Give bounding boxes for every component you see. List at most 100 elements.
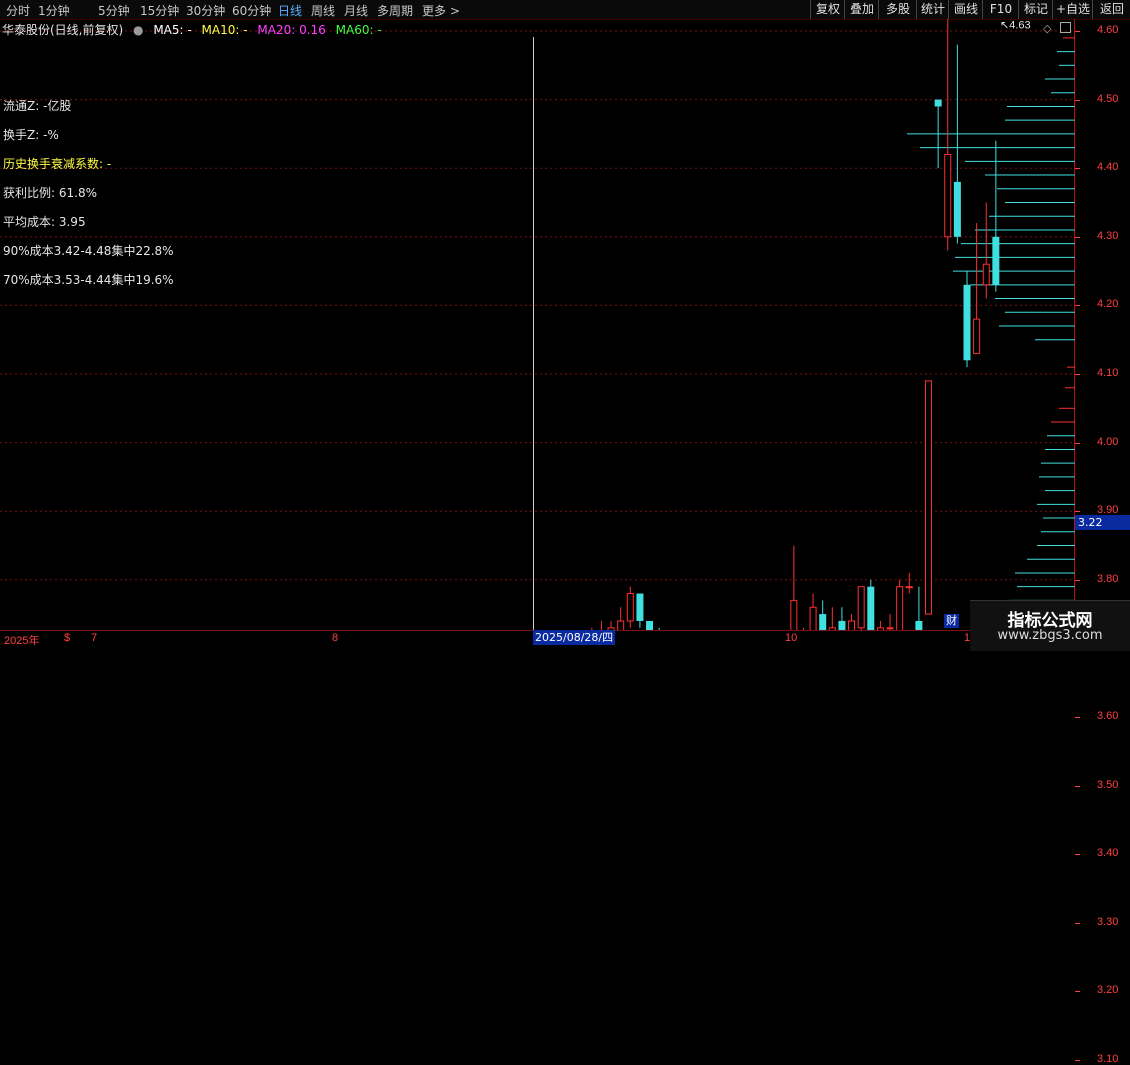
price-tick-label: 3.60 bbox=[1097, 710, 1119, 722]
fuquan-button[interactable]: 复权 bbox=[810, 0, 845, 19]
price-tick-label: 3.20 bbox=[1097, 984, 1119, 997]
price-tick-mark bbox=[1075, 236, 1080, 238]
candle-body bbox=[857, 586, 865, 629]
mark-button[interactable]: 标记 bbox=[1018, 0, 1053, 19]
draw-line-button[interactable]: 画线 bbox=[948, 0, 983, 19]
high-price-marker: ↖4.63 bbox=[1000, 19, 1031, 31]
price-tick-mark bbox=[1075, 31, 1080, 32]
price-tick-mark bbox=[1075, 579, 1080, 581]
cost90-label: 90%成本3.42-4.48集中22.8% bbox=[3, 244, 174, 258]
maximize-icon[interactable] bbox=[1060, 22, 1071, 33]
candle-body bbox=[982, 263, 990, 286]
month-10-label: 10 bbox=[785, 632, 798, 644]
candle-body bbox=[925, 380, 933, 615]
tab-fenshi[interactable]: 分时 bbox=[6, 2, 30, 19]
price-tick-mark bbox=[1075, 922, 1080, 924]
price-axis: 4.604.504.404.304.204.104.003.903.803.70… bbox=[1075, 19, 1130, 1065]
candle-body bbox=[963, 284, 971, 361]
tab-weekly[interactable]: 周线 bbox=[311, 2, 335, 19]
candle-body bbox=[790, 599, 798, 630]
multi-stock-button[interactable]: 多股 bbox=[878, 0, 917, 19]
avg-cost-label: 平均成本: 3.95 bbox=[3, 215, 86, 229]
candle-body bbox=[905, 586, 913, 589]
candle-body bbox=[953, 181, 961, 237]
diamond-icon[interactable]: ◇ bbox=[1043, 22, 1051, 35]
candle-body bbox=[915, 620, 923, 630]
candle-body bbox=[809, 606, 817, 630]
float-shares-label: 流通Z: -亿股 bbox=[3, 99, 72, 113]
f10-button[interactable]: F10 bbox=[982, 0, 1019, 19]
candlestick-chart[interactable]: ↖4.63←3.33 bbox=[0, 19, 1075, 630]
candle-body bbox=[617, 620, 625, 630]
candle-body bbox=[867, 586, 875, 630]
split-marker: $ bbox=[64, 632, 71, 644]
price-tick-label: 4.60 bbox=[1097, 24, 1119, 36]
collapse-icon[interactable]: ● bbox=[133, 23, 143, 37]
candle-body bbox=[848, 620, 856, 630]
candle-body bbox=[626, 593, 634, 622]
cost70-label: 70%成本3.53-4.44集中19.6% bbox=[3, 273, 174, 287]
candle-body bbox=[646, 620, 654, 630]
watermark-logo: 指标公式网 www.zbgs3.com bbox=[970, 600, 1130, 651]
price-tick-label: 3.50 bbox=[1097, 778, 1119, 791]
candle-body bbox=[838, 620, 846, 630]
price-tick-mark bbox=[1075, 305, 1080, 307]
candle-body bbox=[944, 153, 952, 238]
price-tick-mark bbox=[1075, 99, 1080, 101]
ma60-label: MA60: - bbox=[335, 23, 382, 37]
decay-label: 历史换手衰减系数: - bbox=[3, 157, 112, 171]
tab-1min[interactable]: 1分钟 bbox=[38, 2, 70, 19]
tab-60min[interactable]: 60分钟 bbox=[232, 2, 271, 19]
profit-ratio-label: 获利比例: 61.8% bbox=[3, 186, 97, 200]
add-watchlist-button[interactable]: +自选 bbox=[1052, 0, 1093, 19]
tab-monthly[interactable]: 月线 bbox=[344, 2, 368, 19]
price-tick-label: 4.10 bbox=[1097, 367, 1119, 379]
ma5-label: MA5: - bbox=[153, 23, 192, 37]
stock-title: 华泰股份(日线,前复权) bbox=[2, 23, 124, 37]
price-tick-label: 4.00 bbox=[1097, 435, 1119, 448]
price-tick-mark bbox=[1075, 511, 1080, 513]
tab-daily[interactable]: 日线 bbox=[278, 2, 302, 19]
info-bar: 华泰股份(日线,前复权) ● MA5: - MA10: - MA20: 0.16… bbox=[2, 21, 388, 37]
year-label: 2025年 bbox=[4, 635, 40, 647]
price-tick-label: 4.20 bbox=[1097, 298, 1119, 311]
finance-badge[interactable]: 财 bbox=[944, 614, 959, 628]
price-tick-label: 3.30 bbox=[1097, 915, 1119, 928]
price-tick-mark bbox=[1075, 785, 1080, 787]
price-tick-mark bbox=[1075, 442, 1080, 444]
price-tick-label: 4.40 bbox=[1097, 161, 1119, 174]
toolbar: 分时 1分钟 5分钟 15分钟 30分钟 60分钟 日线 周线 月线 多周期 更… bbox=[0, 0, 1130, 20]
ma10-label: MA10: - bbox=[201, 23, 248, 37]
candle-body bbox=[992, 236, 1000, 285]
price-tick-mark bbox=[1075, 854, 1080, 856]
back-button[interactable]: 返回 bbox=[1092, 0, 1130, 19]
tab-multi-period[interactable]: 多周期 bbox=[377, 2, 413, 19]
price-tick-mark bbox=[1075, 168, 1080, 170]
price-tick-label: 4.30 bbox=[1097, 229, 1119, 242]
price-tick-mark bbox=[1075, 374, 1080, 375]
turnover-label: 换手Z: -% bbox=[3, 128, 59, 142]
overlay-button[interactable]: 叠加 bbox=[844, 0, 879, 19]
price-tick-label: 3.10 bbox=[1097, 1053, 1119, 1065]
ma20-label: MA20: 0.16 bbox=[257, 23, 326, 37]
tab-30min[interactable]: 30分钟 bbox=[186, 2, 225, 19]
candle-body bbox=[973, 318, 981, 354]
month-7-label: 7 bbox=[91, 632, 98, 644]
candle-body bbox=[896, 586, 904, 630]
price-tick-label: 4.50 bbox=[1097, 92, 1119, 105]
cursor-date-label: 2025/08/28/四 bbox=[533, 630, 616, 645]
stats-button[interactable]: 统计 bbox=[916, 0, 949, 19]
tab-15min[interactable]: 15分钟 bbox=[140, 2, 179, 19]
tab-more[interactable]: 更多 > bbox=[422, 2, 460, 19]
current-price-badge: 3.22 bbox=[1075, 515, 1130, 530]
price-tick-mark bbox=[1075, 991, 1080, 993]
price-tick-mark bbox=[1075, 1060, 1080, 1061]
price-tick-label: 3.80 bbox=[1097, 572, 1119, 585]
candle-body bbox=[934, 99, 942, 107]
price-tick-mark bbox=[1075, 717, 1080, 718]
month-8-label: 8 bbox=[332, 632, 339, 644]
candle-body bbox=[819, 614, 827, 630]
candle-body bbox=[636, 593, 644, 621]
tab-5min[interactable]: 5分钟 bbox=[98, 2, 130, 19]
candle-body bbox=[886, 627, 894, 630]
